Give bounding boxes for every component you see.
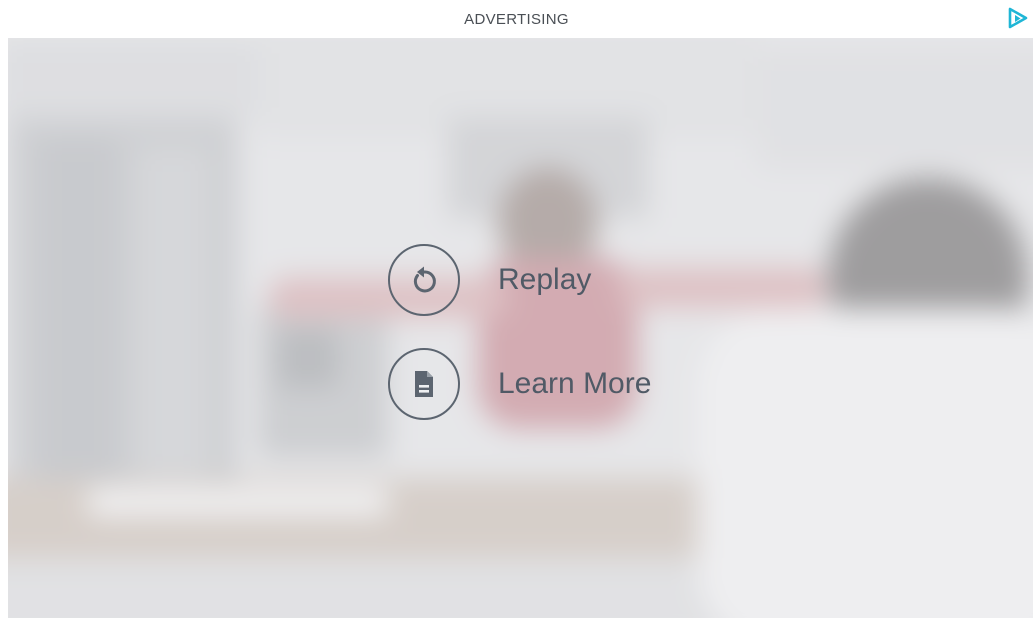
replay-button[interactable]: Replay — [388, 242, 651, 318]
end-screen-menu: Replay Learn More — [388, 242, 651, 450]
learn-more-label[interactable]: Learn More — [498, 367, 651, 401]
ad-container: ADVERTISING Replay Learn More — [0, 0, 1033, 619]
document-icon[interactable] — [388, 348, 460, 420]
ad-header: ADVERTISING — [0, 0, 1033, 38]
replay-label[interactable]: Replay — [498, 263, 591, 297]
learn-more-button[interactable]: Learn More — [388, 346, 651, 422]
advertising-label: ADVERTISING — [464, 10, 569, 28]
video-player[interactable]: Replay Learn More — [8, 38, 1033, 618]
play-logo-icon[interactable] — [1007, 6, 1029, 30]
replay-icon[interactable] — [388, 244, 460, 316]
